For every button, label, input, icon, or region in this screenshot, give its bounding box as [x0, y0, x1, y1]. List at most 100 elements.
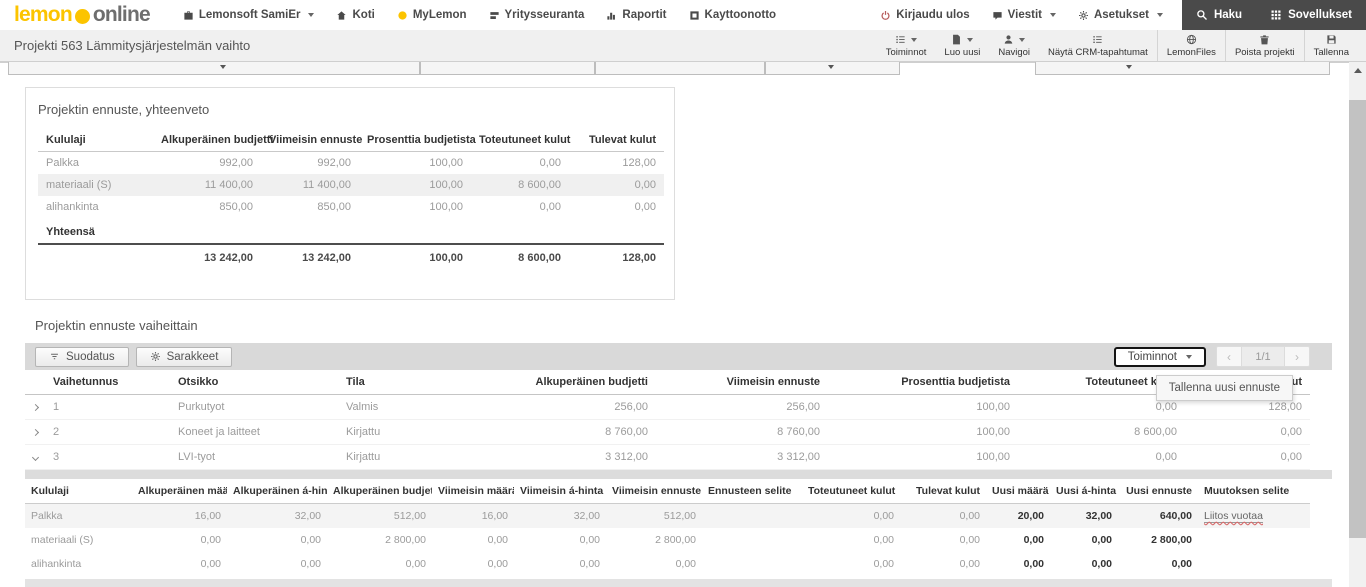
horizontal-scrollbar[interactable] [25, 470, 1332, 479]
cell [471, 218, 569, 244]
topnav-items: Lemonsoft SamiEr Koti MyLemon Yritysseurant… [172, 0, 787, 30]
cell: 128,00 [622, 157, 656, 169]
summary-table: Kululaji Alkuperäinen budjetti Viimeisin e… [38, 129, 664, 269]
topnav-item-yritysseuranta[interactable]: Yritysseuranta [478, 0, 596, 30]
phases-column-header[interactable]: Viimeisin ennuste [656, 370, 828, 395]
cell: 0,00 [539, 157, 561, 169]
phases-title: Projektin ennuste vaiheittain [35, 318, 198, 333]
detail-column-header[interactable]: Uusi ennuste [1118, 479, 1198, 504]
muutoksen-selite-text[interactable]: Liitos vuotaa [1204, 510, 1263, 523]
detail-column-header[interactable]: Alkuperäinen budjetti [327, 479, 432, 504]
topnav-item-mylemon[interactable]: MyLemon [386, 0, 478, 30]
toolbar-button-luo-uusi[interactable]: Luo uusi [935, 30, 989, 61]
summary-title: Projektin ennuste, yhteenveto [38, 102, 210, 117]
toolbar-button-poista-projekti[interactable]: Poista projekti [1224, 30, 1304, 61]
detail-column-header[interactable]: Muutoksen selite [1198, 479, 1310, 504]
detail-column-header[interactable]: Toteutuneet kulut [802, 479, 900, 504]
detail-column-header[interactable]: Tulevat kulut [900, 479, 986, 504]
topnav-item-viestit[interactable]: Viestit [981, 0, 1067, 30]
phases-column-header[interactable]: Vaihetunnus [45, 370, 170, 395]
grid-actions-button[interactable]: Toiminnot [1113, 346, 1206, 367]
chevron-right-icon[interactable] [31, 403, 40, 412]
editable-cell[interactable]: 0,00 [986, 552, 1050, 576]
phases-column-header[interactable]: Tila [338, 370, 496, 395]
horizontal-scrollbar[interactable] [25, 579, 1332, 587]
detail-column-header[interactable]: Viimeisin määrä [432, 479, 514, 504]
toolbar-button-lemonfiles[interactable]: LemonFiles [1156, 30, 1225, 61]
total-cell: 128,00 [569, 243, 664, 269]
editable-cell[interactable]: 0,00 [1050, 528, 1118, 552]
editable-cell[interactable]: 32,00 [1050, 503, 1118, 528]
cell: 8 600,00 [1018, 419, 1185, 445]
detail-column-header[interactable]: Viimeisin á-hinta [514, 479, 606, 504]
detail-table-body: Palkka 16,00 32,00 512,00 16,00 32,00 512,00 0,… [25, 503, 1310, 577]
editable-cell[interactable]: 640,00 [1118, 503, 1198, 528]
cell: 100,00 [828, 394, 1018, 420]
chevron-right-icon[interactable] [31, 428, 40, 437]
tab-stub[interactable] [1035, 62, 1330, 75]
cell: 0,00 [487, 558, 508, 570]
total-label: Yhteensä [46, 226, 95, 238]
topnav-item-sovellukset[interactable]: Sovellukset [1256, 0, 1366, 30]
toolbar-button-tallenna[interactable]: Tallenna [1303, 30, 1358, 61]
topnav-item-asetukset[interactable]: Asetukset [1067, 0, 1174, 30]
phases-column-header[interactable]: Prosenttia budjetista [828, 370, 1018, 395]
detail-column-header[interactable]: Alkuperäinen á-hinta [227, 479, 327, 504]
phases-column-header[interactable]: Otsikko [170, 370, 338, 395]
total-label-row: Yhteensä [38, 218, 664, 244]
editable-cell[interactable]: 0,00 [986, 528, 1050, 552]
topnav-item-raportit[interactable]: Raportit [595, 0, 677, 30]
cell: 0,00 [873, 534, 894, 546]
editable-cell[interactable]: 20,00 [986, 503, 1050, 528]
page-title: Projekti 563 Lämmitysjärjestelmän vaihto [14, 38, 251, 53]
toolbar-button-navigoi[interactable]: Navigoi [989, 30, 1039, 61]
pager-next-button[interactable]: › [1284, 346, 1310, 367]
toolbar-button-label: Näytä CRM-tapahtumat [1048, 47, 1148, 58]
detail-column-header[interactable]: Uusi määrä [986, 479, 1050, 504]
editable-cell[interactable]: 0,00 [1050, 552, 1118, 576]
toolbar-button-nayta-crm-tapahtumat[interactable]: Näytä CRM-tapahtumat [1039, 30, 1157, 61]
caret-down-icon [308, 13, 315, 17]
detail-column-header[interactable]: Ennusteen selite [702, 479, 802, 504]
cell: 850,00 [317, 201, 351, 213]
columns-button[interactable]: Sarakkeet [135, 346, 233, 367]
editable-cell[interactable]: 0,00 [1118, 552, 1198, 576]
topnav-item-lemonsoft-company[interactable]: Lemonsoft SamiEr [172, 0, 326, 30]
editable-cell[interactable]: 2 800,00 [1118, 528, 1198, 552]
logo-text-online: online [92, 3, 151, 26]
total-cell: 8 600,00 [471, 243, 569, 269]
detail-column-header[interactable]: Viimeisin ennuste [606, 479, 702, 504]
phases-column-header[interactable]: Alkuperäinen budjetti [496, 370, 656, 395]
menu-item-tallenna-uusi-ennuste[interactable]: Tallenna uusi ennuste [1169, 382, 1280, 394]
cutoff-caret-icon [828, 65, 834, 69]
caret-down-icon [911, 37, 918, 42]
bar-chart-icon [606, 10, 617, 21]
filter-button[interactable]: Suodatus [35, 346, 129, 367]
tab-stub[interactable] [420, 62, 595, 75]
cell [261, 218, 359, 244]
cell: 0,00 [802, 503, 900, 528]
topnav-item-haku[interactable]: Haku [1182, 0, 1256, 30]
cell: 32,00 [227, 503, 327, 528]
chevron-down-icon[interactable] [31, 453, 40, 462]
scrollbar-up-button[interactable] [1349, 62, 1366, 78]
tab-stub[interactable] [8, 62, 420, 75]
total-cell: 13 242,00 [153, 243, 261, 269]
topnav-item-kayttoonotto[interactable]: Kayttoonotto [678, 0, 788, 30]
grid-actions-label: Toiminnot [1127, 350, 1177, 363]
detail-column-header[interactable]: Uusi á-hinta [1050, 479, 1118, 504]
lemon-online-logo[interactable]: lemon online [14, 3, 151, 27]
detail-column-header[interactable]: Alkuperäinen määrä [132, 479, 227, 504]
summary-column-header: Toteutuneet kulut [471, 129, 570, 152]
detail-column-header[interactable]: Kululaji [25, 479, 132, 504]
scrollbar-thumb[interactable] [1349, 100, 1366, 538]
toolbar-button-toiminnot[interactable]: Toiminnot [877, 30, 936, 61]
cell: 11 400,00 [153, 174, 261, 196]
pager-prev-button[interactable]: ‹ [1216, 346, 1242, 367]
topnav-item-kirjaudu-ulos[interactable]: Kirjaudu ulos [869, 0, 980, 30]
tab-stub[interactable] [595, 62, 765, 75]
topnav-item-koti[interactable]: Koti [325, 0, 385, 30]
page-header-bar: Projekti 563 Lämmitysjärjestelmän vaihto… [0, 30, 1366, 62]
cell: 256,00 [496, 394, 656, 420]
cell [702, 503, 802, 528]
